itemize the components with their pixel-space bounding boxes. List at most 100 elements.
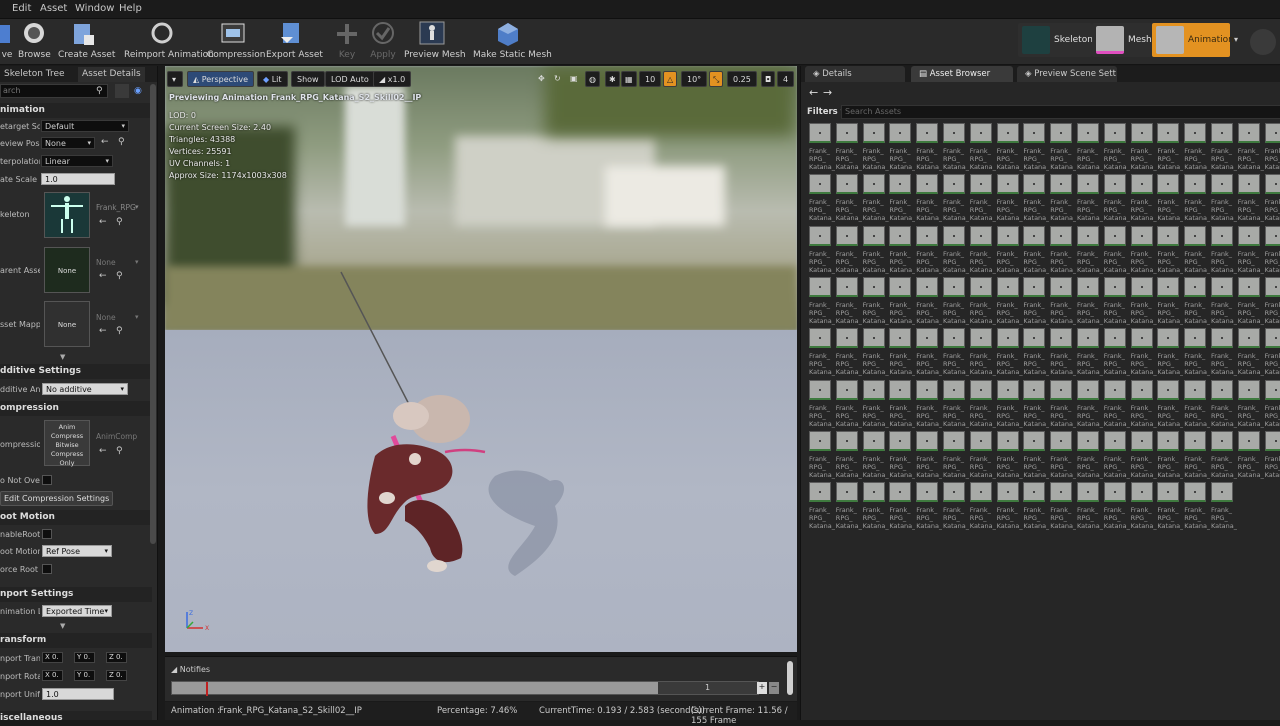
search-input[interactable]: arch: [0, 84, 108, 98]
asset-tile[interactable]: Frank_RPG_Katana_: [1130, 430, 1157, 479]
animation-mode-button[interactable]: Animation: [1152, 23, 1234, 57]
asset-tile[interactable]: Frank_RPG_Katana_: [1237, 276, 1264, 325]
asset-tile[interactable]: Frank_RPG_Katana_: [1050, 379, 1076, 428]
reimport-animation-button[interactable]: Reimport Animation: [124, 21, 214, 63]
asset-tile[interactable]: Frank_RPG_Katana_: [943, 430, 969, 479]
asset-tile[interactable]: Frank_RPG_Katana_: [1237, 430, 1264, 479]
asset-tile[interactable]: Frank_RPG_Katana_: [1103, 174, 1130, 222]
asset-tile[interactable]: Frank_RPG_Katana_: [1211, 174, 1237, 222]
import-expand-arrow-icon[interactable]: ▼: [60, 622, 65, 630]
asset-search-input[interactable]: Search Assets: [841, 105, 1280, 119]
save-button[interactable]: ve: [0, 21, 14, 63]
asset-tile[interactable]: Frank_RPG_Katana_: [996, 482, 1023, 530]
asset-tile[interactable]: Frank_RPG_Katana_: [889, 430, 915, 479]
asset-tile[interactable]: Frank_RPG_Katana_: [862, 276, 889, 325]
menu-edit[interactable]: Edit: [12, 3, 31, 14]
asset-tile[interactable]: Frank_RPG_Katana_: [1103, 123, 1130, 171]
grid-snap-icon[interactable]: ▦: [621, 71, 637, 87]
scale-snap-value[interactable]: 0.25: [727, 71, 757, 87]
make-static-mesh-button[interactable]: Make Static Mesh: [473, 21, 552, 63]
section-additive-settings[interactable]: dditive Settings: [0, 364, 152, 379]
import-scale-input[interactable]: 1.0: [42, 688, 114, 700]
asset-tile[interactable]: Frank_RPG_Katana_: [1157, 225, 1183, 274]
asset-tile[interactable]: Frank_RPG_Katana_: [1211, 379, 1237, 428]
mapping-combo-arrow-icon[interactable]: ▾: [135, 313, 139, 321]
menu-help[interactable]: Help: [119, 3, 142, 14]
asset-tile[interactable]: Frank_RPG_Katana_: [1157, 379, 1183, 428]
compression-arrow-icon[interactable]: ←: [99, 446, 107, 456]
parent-browse-icon[interactable]: ⚲: [116, 271, 123, 281]
move-tool-icon[interactable]: ✥: [535, 71, 548, 87]
asset-tile[interactable]: Frank_RPG_Katana_: [835, 174, 862, 222]
asset-mapping-thumbnail[interactable]: None: [44, 301, 90, 347]
asset-tile[interactable]: Frank_RPG_Katana_: [1103, 430, 1130, 479]
asset-tile[interactable]: Frank_RPG_Katana_: [1264, 430, 1280, 479]
lod-button[interactable]: LOD Auto: [325, 71, 375, 87]
expand-arrow-icon[interactable]: ▼: [60, 353, 65, 361]
asset-tile[interactable]: Frank_RPG_Katana_S: [996, 225, 1023, 274]
asset-tile[interactable]: Frank_RPG_Katana_: [943, 328, 969, 376]
asset-tile[interactable]: Frank_RPG_Katana_: [969, 328, 996, 376]
grid-view-icon[interactable]: [115, 84, 129, 98]
playback-speed-button[interactable]: ◢ x1.0: [373, 71, 412, 87]
menu-asset[interactable]: Asset: [40, 3, 67, 14]
asset-tile[interactable]: Frank_RPG_Katana_: [943, 482, 969, 530]
edit-compression-settings-button[interactable]: Edit Compression Settings: [0, 491, 114, 506]
asset-tile[interactable]: Frank_RPG_Katana_: [1023, 328, 1049, 376]
asset-tile[interactable]: Frank_RPG_Katana_: [1103, 328, 1130, 376]
zoom-in-icon[interactable]: +: [757, 682, 767, 694]
viewport-options-button[interactable]: ▾: [167, 71, 183, 87]
asset-tile[interactable]: Frank_RPG_Katana_: [889, 174, 915, 222]
asset-tile[interactable]: Frank_RPG_Katana_: [916, 123, 942, 171]
asset-tile[interactable]: Frank_RPG_Katana_: [889, 328, 915, 376]
mesh-mode-button[interactable]: Mesh: [1092, 23, 1152, 57]
asset-tile[interactable]: Frank_RPG_Katana_: [1130, 123, 1157, 171]
asset-tile[interactable]: Frank_RPG_Katana_S: [996, 174, 1023, 222]
asset-tile[interactable]: Frank_RPG_Katana_: [889, 276, 915, 325]
asset-tile[interactable]: Frank_RPG_Katana_: [916, 482, 942, 530]
asset-tile[interactable]: Frank_RPG_Katana_S: [916, 225, 942, 274]
timeline-scrollbar[interactable]: [787, 661, 793, 695]
asset-tile[interactable]: Frank_RPG_Katana_: [1050, 430, 1076, 479]
zoom-out-icon[interactable]: −: [769, 682, 779, 694]
asset-tile[interactable]: Frank_RPG_Katana_: [1077, 328, 1103, 376]
section-compression[interactable]: ompression: [0, 401, 152, 416]
tab-details[interactable]: ◈ Details: [805, 66, 905, 82]
asset-tile[interactable]: Frank_RPG_Katana_S: [1023, 174, 1049, 222]
asset-tile[interactable]: Frank_RPG_Katana_: [1264, 379, 1280, 428]
tab-skeleton-tree[interactable]: Skeleton Tree: [0, 67, 69, 82]
asset-tile[interactable]: Frank_RPG_Katana_: [1077, 123, 1103, 171]
rotation-snap-icon[interactable]: △: [663, 71, 678, 87]
skeleton-thumbnail[interactable]: [44, 192, 90, 238]
asset-tile[interactable]: Frank_RPG_Katana_S: [1023, 276, 1049, 325]
asset-tile[interactable]: Frank_RPG_Katana_S: [969, 225, 996, 274]
asset-tile[interactable]: Frank_RPG_Katana_: [943, 379, 969, 428]
asset-tile[interactable]: Frank_RPG_Katana_: [1103, 482, 1130, 530]
back-arrow-icon[interactable]: ←: [809, 86, 818, 99]
asset-tile[interactable]: Frank_RPG_Katana_: [1130, 482, 1157, 530]
asset-tile[interactable]: Frank_RPG_Katana_: [1157, 430, 1183, 479]
notifies-label[interactable]: ◢ Notifies: [171, 665, 210, 674]
compression-button[interactable]: Compression: [207, 21, 265, 63]
tab-preview-scene-settings[interactable]: ◈ Preview Scene Sett: [1017, 66, 1117, 82]
translation-z-input[interactable]: Z 0.: [106, 652, 127, 663]
asset-tile[interactable]: Frank_RPG_Katana_: [969, 430, 996, 479]
asset-tile[interactable]: Frank_RPG_Katana_: [1023, 379, 1049, 428]
mapping-browse-icon[interactable]: ⚲: [116, 326, 123, 336]
asset-tile[interactable]: Frank_RPG_Katana_: [835, 225, 862, 274]
asset-tile[interactable]: Frank_RPG_Katana_: [862, 174, 889, 222]
asset-tile[interactable]: Frank_RPG_Katana_: [969, 482, 996, 530]
parent-arrow-icon[interactable]: ←: [99, 271, 107, 281]
asset-tile[interactable]: Frank_RPG_Katana_S: [943, 276, 969, 325]
asset-tile[interactable]: Frank_RPG_Katana_: [1184, 174, 1210, 222]
asset-tile[interactable]: Frank_RPG_Katana_: [1264, 123, 1280, 171]
asset-tile[interactable]: Frank_RPG_Katana_: [1237, 379, 1264, 428]
asset-tile[interactable]: Frank_RPG_Katana_: [1157, 276, 1183, 325]
asset-tile[interactable]: Frank_RPG_Katana_: [1077, 482, 1103, 530]
asset-tile[interactable]: Frank_RPG_Katana_: [1211, 430, 1237, 479]
world-icon[interactable]: [1250, 29, 1276, 55]
viewport[interactable]: ▾ ◭ Perspective ◆ Lit Show LOD Auto ◢ x1…: [165, 66, 797, 652]
asset-tile[interactable]: Frank_RPG_Katana_: [916, 328, 942, 376]
asset-tile[interactable]: Frank_RPG_Katana_: [809, 379, 835, 428]
asset-tile[interactable]: Frank_RPG_Katana_: [809, 123, 835, 171]
